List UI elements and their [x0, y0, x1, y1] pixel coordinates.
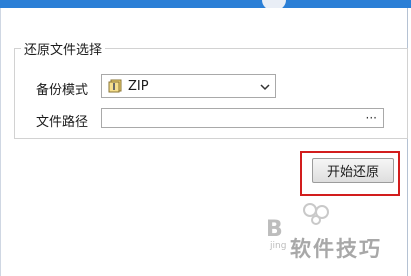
backup-mode-label: 备份模式 [36, 83, 89, 98]
chevron-down-icon[interactable] [259, 79, 271, 93]
file-path-input[interactable]: ··· [101, 108, 384, 128]
backup-mode-select[interactable]: ZIP [101, 74, 276, 98]
watermark-text: 软件技巧 [290, 237, 382, 261]
browse-button[interactable]: ··· [366, 111, 377, 125]
backup-mode-value: ZIP [128, 78, 149, 94]
zip-file-icon [108, 79, 122, 93]
restore-file-group-title: 还原文件选择 [21, 39, 106, 58]
svg-text:B: B [266, 217, 283, 242]
svg-text:jing: jing [269, 241, 286, 251]
window-title-strip [0, 0, 411, 8]
file-path-label: 文件路径 [36, 115, 89, 130]
watermark: B jing 软件技巧 [262, 196, 411, 276]
start-restore-button[interactable]: 开始还原 [312, 158, 394, 183]
